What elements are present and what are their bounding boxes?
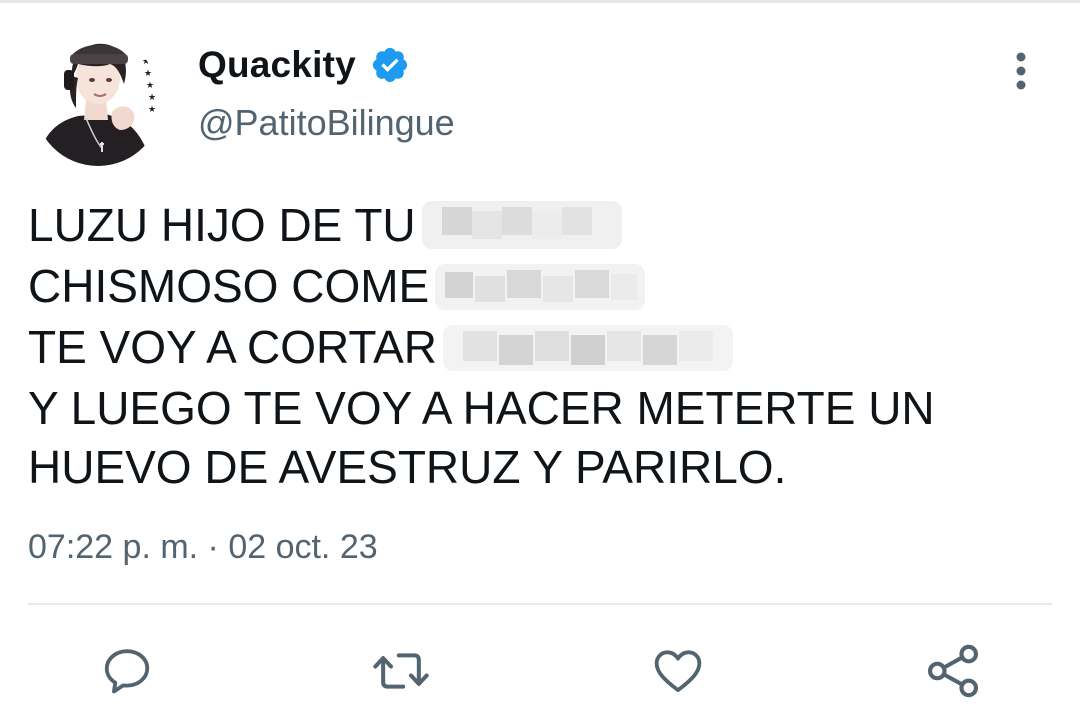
tweet-line: Y LUEGO TE VOY A HACER METERTE UN (28, 381, 935, 434)
top-divider (0, 0, 1080, 3)
avatar-illustration: ★ ★ ★ ★ ★ (34, 38, 162, 166)
svg-text:★: ★ (146, 81, 154, 91)
censored-blur (435, 258, 646, 314)
tweet-line: HUEVO DE AVESTRUZ Y PARIRLO. (28, 440, 787, 493)
avatar[interactable]: ★ ★ ★ ★ ★ (34, 38, 162, 166)
retweet-button[interactable] (368, 638, 434, 704)
tweet-line-text: TE VOY A CORTAR (28, 320, 438, 373)
verified-badge-icon (370, 45, 410, 85)
tweet-timestamp[interactable]: 07:22 p. m. · 02 oct. 23 (28, 528, 378, 567)
author-handle[interactable]: @PatitoBilingue (198, 102, 455, 144)
share-icon (927, 644, 979, 698)
reply-button[interactable] (94, 638, 160, 704)
tweet-line: CHISMOSO COME (28, 257, 1038, 318)
author-name-row: Quackity (198, 40, 410, 90)
tweet-line-text: CHISMOSO COME (28, 259, 430, 312)
tweet-line: LUZU HIJO DE TU (28, 196, 1038, 257)
like-button[interactable] (645, 638, 711, 704)
svg-text:★: ★ (142, 57, 150, 67)
author-display-name[interactable]: Quackity (198, 44, 356, 86)
reply-icon (104, 649, 150, 694)
heart-icon (654, 650, 702, 693)
svg-text:★: ★ (148, 93, 156, 103)
tweet-line-text: LUZU HIJO DE TU (28, 199, 416, 251)
tweet-line: TE VOY A CORTAR (28, 318, 1038, 379)
censored-blur (443, 319, 734, 375)
action-bar-divider (28, 603, 1052, 605)
retweet-icon (373, 653, 429, 689)
censored-blur (421, 197, 622, 253)
svg-text:★: ★ (144, 69, 152, 79)
more-vertical-icon (1016, 52, 1026, 90)
svg-text:★: ★ (148, 105, 156, 115)
tweet-text: LUZU HIJO DE TU CHISMOSO COME TE VOY A C… (28, 196, 1038, 497)
share-button[interactable] (920, 638, 986, 704)
more-options-button[interactable] (996, 46, 1046, 96)
